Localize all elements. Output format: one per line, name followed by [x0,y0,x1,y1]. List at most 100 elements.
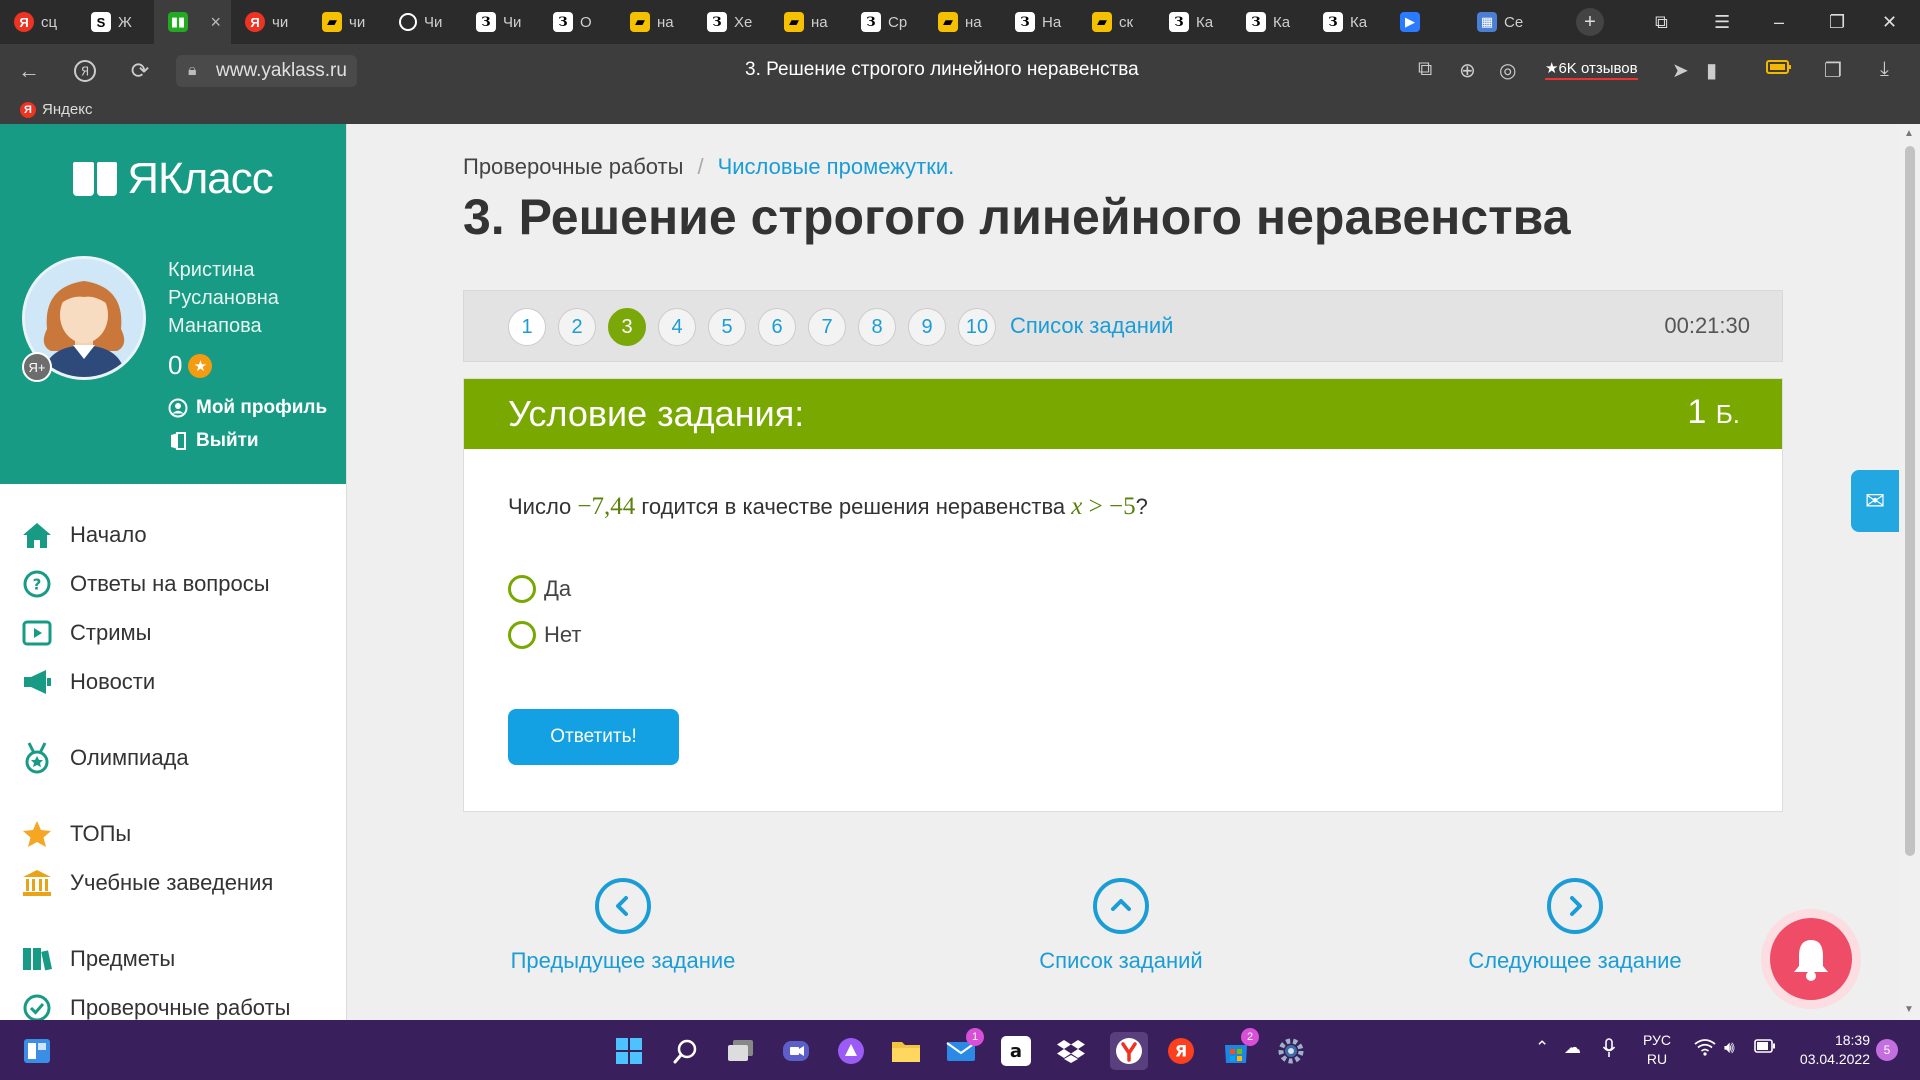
browser-tab[interactable]: ▮▮ × [154,0,231,44]
download-icon[interactable]: ⤓ [1880,58,1889,81]
tabs-copy-icon[interactable]: ⧉ [1418,58,1432,81]
minimize-icon[interactable]: – [1774,0,1784,44]
new-tab-button[interactable]: + [1576,8,1604,36]
browser-tab[interactable]: З Ср [847,0,924,44]
chevron-up-tray-icon[interactable]: ⌃ [1535,1038,1549,1058]
sidebar-item-megaphone[interactable]: Новости [0,657,346,706]
task-number-10[interactable]: 10 [958,308,996,346]
browser-tab[interactable]: З На [1001,0,1078,44]
tab-close-icon[interactable]: × [210,12,221,33]
browser-tab[interactable]: ▰ ск [1078,0,1155,44]
sidebar-item-check[interactable]: Проверочные работы [0,983,346,1020]
task-number-1[interactable]: 1 [508,308,546,346]
browser-tab[interactable]: SЖ [77,0,154,44]
task-number-7[interactable]: 7 [808,308,846,346]
notifications-count-badge[interactable]: 5 [1876,1039,1898,1061]
collections-icon[interactable]: ❐ [1824,58,1842,83]
browser-tab[interactable]: З Чи [462,0,539,44]
add-avatar-badge-icon[interactable]: Я+ [22,352,52,382]
browser-tab[interactable]: З Ка [1232,0,1309,44]
task-number-6[interactable]: 6 [758,308,796,346]
radio-button[interactable] [508,575,536,603]
previous-task-button[interactable]: Предыдущее задание [463,878,783,974]
shield-icon[interactable]: ◎ [1499,58,1516,83]
language-indicator[interactable]: РУС RU [1643,1031,1671,1069]
onedrive-cloud-icon[interactable]: ☁ [1564,1038,1581,1058]
browser-tab[interactable]: З Ка [1309,0,1386,44]
url-field[interactable]: 🔒︎ www.yaklass.ru [176,55,357,87]
sidebar-item-medal[interactable]: Олимпиада [0,733,346,782]
battery-icon[interactable] [1754,1038,1776,1058]
dropbox-icon[interactable] [1056,1036,1086,1066]
browser-tab[interactable]: ▰ чи [308,0,385,44]
page-scrollbar[interactable]: ▲ ▼ [1900,124,1920,1020]
teams-chat-icon[interactable] [781,1036,811,1066]
logo[interactable]: ЯКласс [0,124,346,234]
battery-saver-icon[interactable] [1766,58,1792,81]
task-number-9[interactable]: 9 [908,308,946,346]
share-icon[interactable]: ➤ [1672,58,1689,83]
task-list-button[interactable]: Список заданий [961,878,1281,974]
sidebar-item-school[interactable]: Учебные заведения [0,858,346,907]
browser-tab[interactable]: Ячи [231,0,308,44]
next-task-button[interactable]: Следующее задание [1415,878,1735,974]
answer-button[interactable]: Ответить! [508,709,679,765]
search-icon[interactable] [671,1036,701,1066]
bookmark-yandex[interactable]: Я Яндекс [20,101,92,118]
user-name[interactable]: Кристина Руслановна Манапова [168,256,338,340]
mail-icon[interactable]: 1 [946,1028,984,1066]
settings-gear-icon[interactable] [1276,1036,1306,1066]
task-number-4[interactable]: 4 [658,308,696,346]
task-number-3[interactable]: 3 [608,308,646,346]
sidebar-item-star[interactable]: ТОПы [0,809,346,858]
scroll-up-arrow-icon[interactable]: ▲ [1904,128,1914,139]
sidebar-item-home[interactable]: Начало [0,510,346,559]
file-explorer-icon[interactable] [891,1036,921,1066]
task-number-2[interactable]: 2 [558,308,596,346]
speaker-icon[interactable]: 🔊︎ [1724,1038,1735,1058]
sidebar-item-question[interactable]: ? Ответы на вопросы [0,559,346,608]
task-view-icon[interactable] [726,1036,756,1066]
task-number-5[interactable]: 5 [708,308,746,346]
reload-icon[interactable]: ⟳ [127,58,153,84]
browser-tab[interactable]: ▰ на [770,0,847,44]
wifi-icon[interactable] [1694,1038,1716,1061]
back-icon[interactable]: ← [16,58,42,84]
logout-link[interactable]: Выйти [168,430,259,452]
browser-tab[interactable]: ▰ на [924,0,1001,44]
task-list-link[interactable]: Список заданий [1010,313,1173,339]
close-window-icon[interactable]: ✕ [1882,0,1897,44]
browser-tab[interactable]: ▦ Се [1463,0,1540,44]
yandex-icon[interactable]: Я [1166,1036,1196,1066]
scroll-down-arrow-icon[interactable]: ▼ [1904,1004,1914,1015]
yandex-browser-icon[interactable] [1110,1032,1148,1070]
sidebar-item-play[interactable]: Стримы [0,608,346,657]
restore-icon[interactable]: ❐ [1829,0,1845,44]
browser-tab[interactable]: З Ка [1155,0,1232,44]
breadcrumb-link[interactable]: Числовые промежутки. [718,154,955,180]
browser-tab[interactable]: Чи [385,0,462,44]
my-profile-link[interactable]: Мой профиль [168,397,327,419]
menu-hamburger-icon[interactable]: ☰ [1714,0,1730,44]
browser-tab[interactable]: ▶ [1386,0,1463,44]
microphone-icon[interactable] [1602,1038,1616,1063]
browser-tab[interactable]: З Хе [693,0,770,44]
task-number-8[interactable]: 8 [858,308,896,346]
zoom-icon[interactable]: ⊕ [1459,58,1476,83]
browser-tab[interactable]: ▰ на [616,0,693,44]
scrollbar-thumb[interactable] [1905,146,1915,856]
amazon-icon[interactable]: a [1001,1036,1031,1066]
browser-tab[interactable]: ЗО [539,0,616,44]
browser-tab[interactable]: Ясц [0,0,77,44]
clock[interactable]: 18:39 03.04.2022 [1790,1031,1870,1069]
notifications-bell-button[interactable] [1761,909,1861,1009]
radio-button[interactable] [508,621,536,649]
microsoft-store-icon[interactable]: 2 [1221,1028,1259,1066]
bookmark-icon[interactable]: ▮ [1706,58,1717,83]
breadcrumb-root[interactable]: Проверочные работы [463,154,683,180]
yandex-home-icon[interactable]: Я [72,58,98,84]
alice-assistant-icon[interactable] [836,1036,866,1066]
widgets-icon[interactable] [22,1036,52,1066]
option-yes[interactable]: Да [508,575,571,603]
option-no[interactable]: Нет [508,621,581,649]
